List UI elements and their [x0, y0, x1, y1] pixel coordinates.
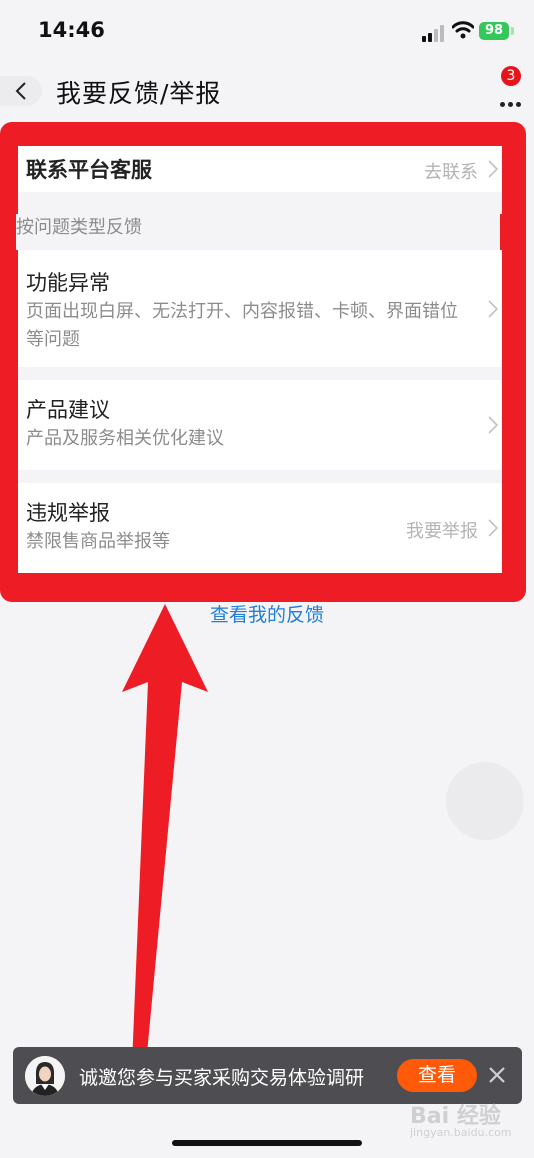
floating-assistive-button[interactable]	[446, 762, 524, 840]
feedback-item-title: 违规举报	[26, 501, 110, 525]
section-label: 按问题类型反馈	[16, 214, 500, 250]
view-my-feedback-link[interactable]: 查看我的反馈	[0, 600, 534, 627]
survey-view-button[interactable]: 查看	[397, 1059, 477, 1092]
more-button[interactable]: 3	[494, 66, 530, 112]
feedback-item-title: 功能异常	[26, 271, 110, 295]
chevron-right-icon	[488, 300, 499, 318]
red-arrow-annotation	[122, 604, 208, 1064]
item-gap	[18, 470, 502, 483]
feedback-item-desc: 禁限售商品举报等	[26, 531, 170, 552]
battery-icon: 98	[479, 22, 509, 40]
notification-badge: 3	[501, 66, 521, 86]
section-gap	[18, 192, 502, 214]
battery-tip	[511, 27, 514, 35]
status-bar: 14:46 98	[0, 0, 534, 64]
contact-service-row[interactable]: 联系平台客服 去联系	[18, 146, 502, 192]
chevron-right-icon	[488, 519, 499, 537]
avatar	[25, 1056, 65, 1096]
survey-banner-text: 诚邀您参与买家采购交易体验调研	[79, 1067, 365, 1089]
signal-icon	[422, 24, 446, 42]
more-dots-icon	[500, 102, 522, 108]
feedback-item-desc: 页面出现白屏、无法打开、内容报错、卡顿、界面错位等问题	[26, 301, 458, 350]
chevron-right-icon	[488, 416, 499, 434]
contact-service-title: 联系平台客服	[26, 158, 152, 182]
nav-bar: 我要反馈/举报 3	[0, 64, 534, 120]
report-action: 我要举报	[406, 521, 478, 542]
back-button[interactable]	[0, 76, 42, 106]
watermark-url: jingyan.baidu.com	[410, 1126, 512, 1139]
home-indicator	[172, 1140, 362, 1146]
wifi-icon	[452, 21, 474, 39]
feedback-item-violation-report[interactable]: 违规举报 禁限售商品举报等 我要举报	[18, 483, 502, 573]
contact-service-action: 去联系	[424, 162, 478, 183]
close-icon[interactable]	[487, 1065, 507, 1085]
feedback-item-product-suggestion[interactable]: 产品建议 产品及服务相关优化建议	[18, 380, 502, 470]
chevron-left-icon	[15, 82, 26, 100]
feedback-item-title: 产品建议	[26, 398, 110, 422]
page-title: 我要反馈/举报	[56, 79, 222, 108]
feedback-item-desc: 产品及服务相关优化建议	[26, 428, 224, 449]
survey-banner: 诚邀您参与买家采购交易体验调研 查看	[13, 1047, 522, 1104]
status-time: 14:46	[38, 18, 105, 42]
item-gap	[18, 367, 502, 380]
chevron-right-icon	[488, 160, 499, 178]
feedback-item-function-error[interactable]: 功能异常 页面出现白屏、无法打开、内容报错、卡顿、界面错位等问题	[18, 250, 502, 367]
